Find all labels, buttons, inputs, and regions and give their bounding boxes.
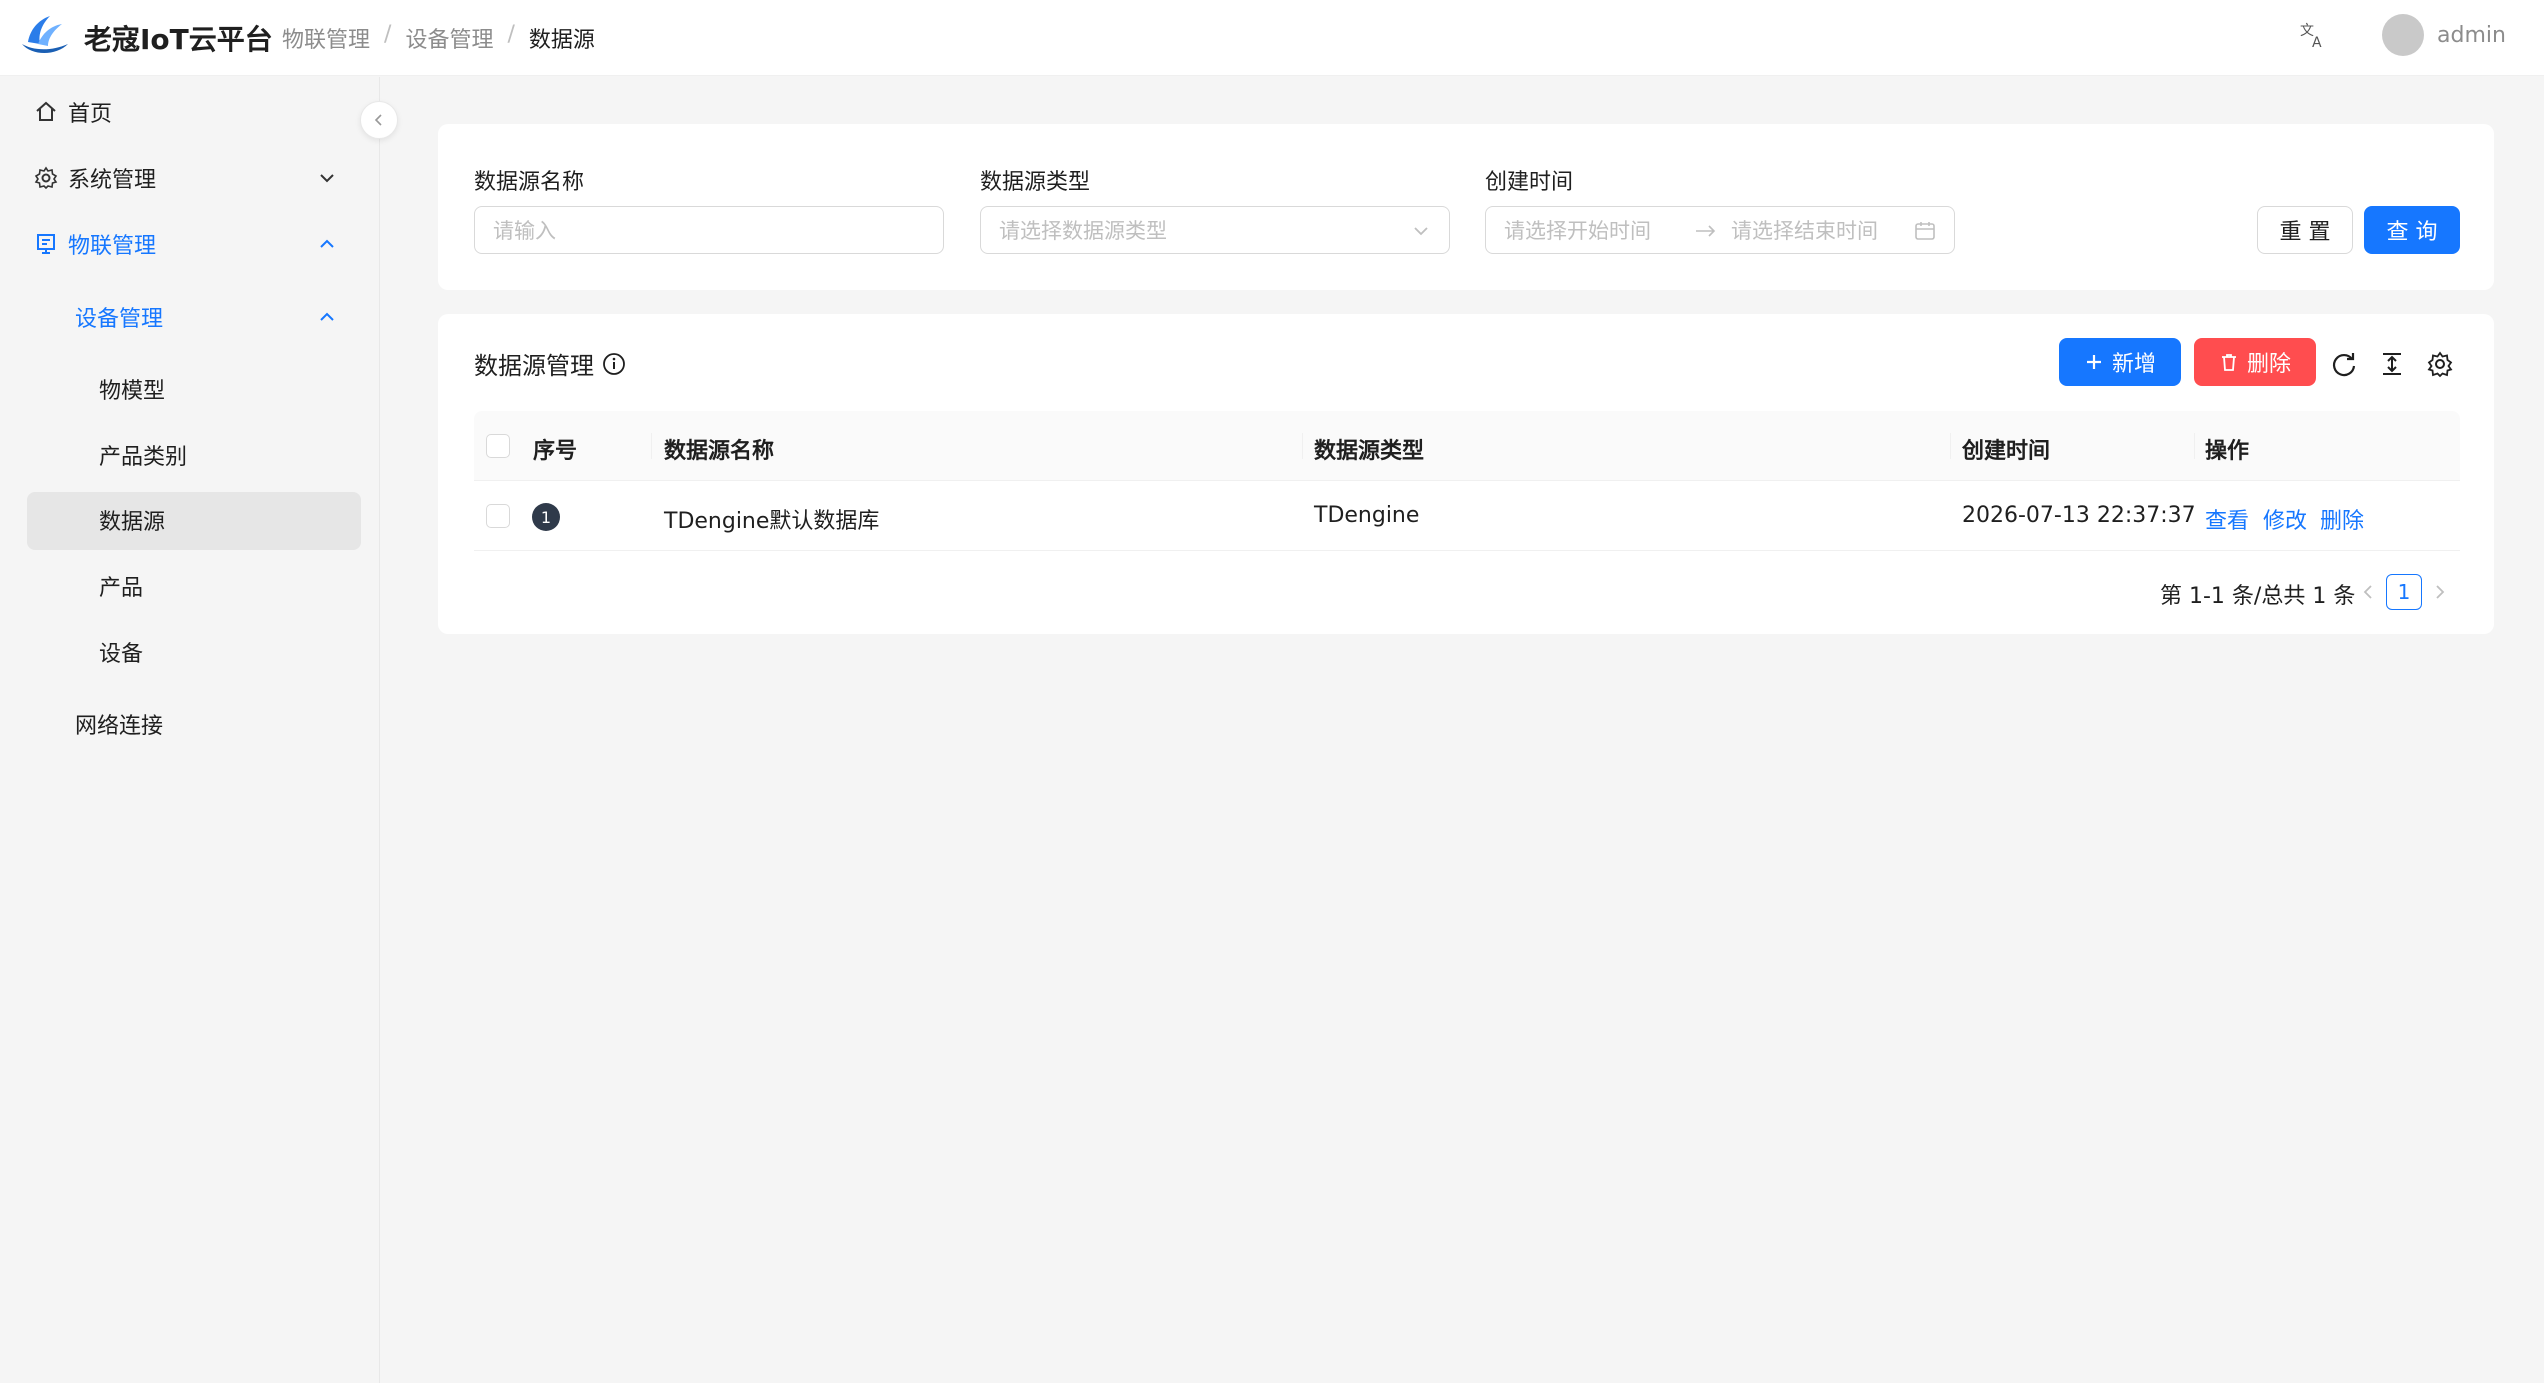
device-icon: [37, 234, 55, 254]
datasource-type-cell: TDengine: [1314, 503, 1420, 528]
arrow-right-icon: [1696, 225, 1716, 237]
sidebar-item-label: 产品类别: [99, 445, 188, 470]
sidebar-item-label: 首页: [68, 102, 113, 127]
breadcrumb-item[interactable]: 设备管理: [405, 22, 493, 54]
column-header: 序号: [533, 439, 578, 464]
query-button[interactable]: 查 询: [2364, 206, 2460, 254]
sidebar-item-product[interactable]: 产品: [0, 558, 380, 614]
chevron-down-icon: [1414, 227, 1428, 236]
column-divider: [1302, 433, 1303, 459]
datasource-type-select[interactable]: 请选择数据源类型: [980, 206, 1450, 254]
column-header: 操作: [2205, 439, 2250, 464]
view-link[interactable]: 查看: [2205, 503, 2249, 535]
delete-link[interactable]: 删除: [2320, 503, 2364, 535]
breadcrumb-current: 数据源: [528, 28, 595, 53]
sidebar-item-datasource[interactable]: 数据源: [0, 492, 380, 550]
chevron-up-icon: [320, 312, 334, 321]
sidebar-item-label: 设备管理: [75, 307, 164, 332]
home-icon: [36, 101, 56, 121]
search-form: 数据源名称 请输入 数据源类型 请选择数据源类型 创建时间 请选择开始时间 请选…: [438, 124, 2494, 290]
chevron-down-icon: [320, 174, 334, 183]
refresh-icon[interactable]: [2330, 350, 2358, 378]
edit-link[interactable]: 修改: [2263, 503, 2307, 535]
breadcrumb-separator: /: [507, 22, 515, 47]
sidebar-item-label: 物联管理: [68, 234, 157, 259]
date-range-picker[interactable]: 请选择开始时间 请选择结束时间: [1485, 206, 1955, 254]
column-header: 数据源名称: [664, 439, 775, 464]
plus-icon: [2086, 355, 2101, 369]
add-label: 新增: [2111, 352, 2156, 377]
sidebar-item-label: 产品: [99, 576, 144, 601]
sidebar-item-device[interactable]: 设备: [0, 624, 380, 680]
sidebar-item-product-category[interactable]: 产品类别: [0, 427, 380, 483]
top-header: 老寇IoT云平台 物联管理 / 设备管理 / 数据源 文 A admin: [0, 0, 2544, 76]
type-label: 数据源类型: [980, 170, 1091, 195]
sidebar-item-device-mgmt[interactable]: 设备管理: [0, 289, 380, 345]
column-divider: [2194, 433, 2195, 459]
breadcrumb-separator: /: [384, 22, 392, 47]
delete-label: 删除: [2246, 352, 2291, 377]
created-time-cell: 2026-07-13 22:37:37: [1962, 503, 2196, 528]
chevron-left-icon: [374, 114, 382, 126]
delete-button[interactable]: 删除: [2194, 338, 2316, 386]
sidebar-item-label: 物模型: [99, 379, 166, 404]
logo-icon: [22, 16, 68, 53]
breadcrumb-item[interactable]: 物联管理: [282, 22, 370, 54]
sidebar-item-system[interactable]: 系统管理: [0, 150, 380, 206]
sidebar-item-label: 设备: [99, 642, 144, 667]
svg-text:A: A: [2312, 35, 2322, 50]
datasource-name-cell: TDengine默认数据库: [664, 509, 880, 534]
sidebar-collapse-button[interactable]: [360, 101, 398, 139]
column-divider: [1950, 433, 1951, 459]
sidebar-item-iot[interactable]: 物联管理: [0, 216, 380, 272]
end-time-placeholder[interactable]: 请选择结束时间: [1731, 215, 1878, 245]
start-time-placeholder[interactable]: 请选择开始时间: [1504, 215, 1651, 245]
table-header: 序号 数据源名称 数据源类型 创建时间 操作: [474, 411, 2460, 481]
gear-icon[interactable]: [2426, 350, 2454, 378]
name-label: 数据源名称: [474, 170, 585, 195]
next-page-icon[interactable]: [2428, 580, 2452, 604]
table-row: 1 TDengine默认数据库 TDengine 2026-07-13 22:3…: [474, 481, 2460, 551]
pagination-total: 第 1-1 条/总共 1 条: [2160, 584, 2356, 609]
reset-button[interactable]: 重 置: [2257, 206, 2353, 254]
app-title: 老寇IoT云平台: [84, 23, 273, 56]
query-label: 查 询: [2386, 220, 2438, 245]
username[interactable]: admin: [2437, 23, 2506, 48]
datasource-name-input[interactable]: 请输入: [474, 206, 944, 254]
chevron-up-icon: [320, 239, 334, 248]
reset-label: 重 置: [2279, 220, 2331, 245]
type-placeholder: 请选择数据源类型: [999, 219, 1167, 243]
table-title: 数据源管理: [474, 346, 626, 381]
table-card: 数据源管理 新增 删除 序号 数据源名称 数据源类型 创建时间 操作 1 TDe…: [438, 314, 2494, 634]
sidebar-item-home[interactable]: 首页: [0, 84, 380, 140]
name-placeholder: 请输入: [493, 219, 556, 243]
sidebar-item-network[interactable]: 网络连接: [0, 696, 380, 752]
breadcrumb: 物联管理 / 设备管理 / 数据源: [282, 22, 595, 54]
avatar[interactable]: [2382, 14, 2424, 56]
trash-icon: [2221, 354, 2236, 371]
sidebar-item-thing-model[interactable]: 物模型: [0, 361, 380, 417]
column-header: 创建时间: [1962, 439, 2051, 464]
sidebar-item-label: 系统管理: [68, 168, 157, 193]
column-divider: [651, 433, 652, 459]
sidebar-item-label: 数据源: [99, 510, 166, 535]
column-header: 数据源类型: [1314, 439, 1425, 464]
time-label: 创建时间: [1485, 170, 1574, 195]
sidebar-item-label: 网络连接: [75, 714, 164, 739]
gear-icon: [34, 166, 58, 190]
calendar-icon: [1915, 222, 1935, 240]
row-checkbox[interactable]: [486, 504, 510, 528]
page-item-current[interactable]: 1: [2386, 574, 2422, 610]
add-button[interactable]: 新增: [2059, 338, 2181, 386]
column-height-icon[interactable]: [2378, 350, 2406, 378]
translate-icon[interactable]: 文 A: [2298, 20, 2328, 50]
info-icon[interactable]: [602, 352, 626, 376]
sidebar: 首页 系统管理 物联管理 设备管理 物模型 产品类别 数据源 产品 设备 网络连…: [0, 77, 380, 1383]
selected-highlight: [27, 492, 361, 550]
prev-page-icon[interactable]: [2356, 580, 2380, 604]
table-title-text: 数据源管理: [474, 352, 594, 380]
row-index-badge: 1: [532, 503, 560, 531]
select-all-checkbox[interactable]: [486, 434, 510, 458]
